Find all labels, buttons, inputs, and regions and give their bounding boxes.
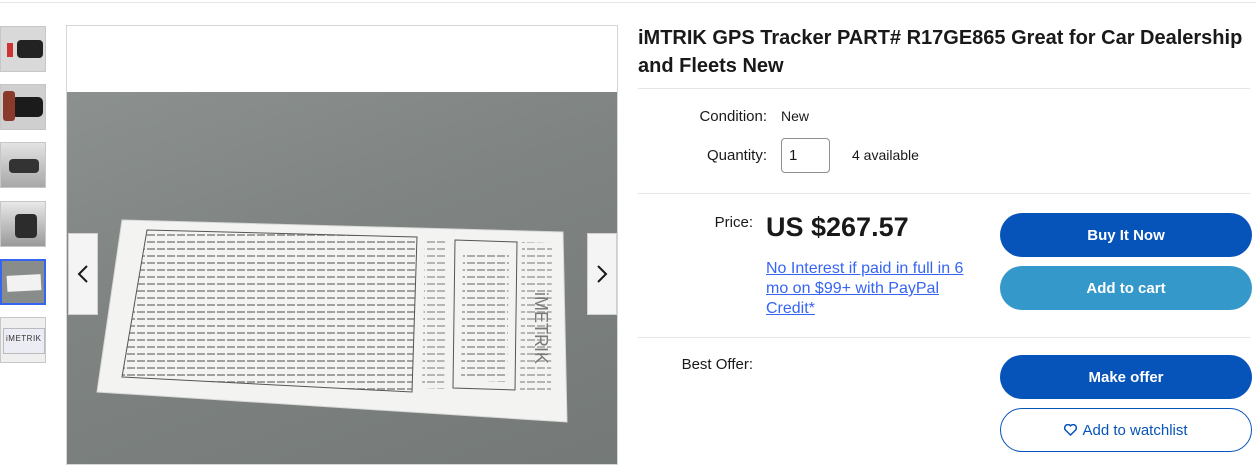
add-to-watchlist-button[interactable]: Add to watchlist <box>1000 408 1252 452</box>
price-divider <box>638 337 1250 338</box>
sheet-brand-text: iMETRIK <box>531 292 551 364</box>
heart-icon <box>1064 424 1078 436</box>
watchlist-label: Add to watchlist <box>1082 421 1188 439</box>
condition-label: Condition: <box>699 108 767 125</box>
thumbnail-4[interactable] <box>0 201 46 247</box>
condition-value: New <box>781 108 810 124</box>
thumbnail-1[interactable] <box>0 26 46 72</box>
header-divider <box>0 2 1256 3</box>
previous-image-button[interactable] <box>68 233 98 315</box>
thumbnail-6[interactable]: iMETRIK <box>0 317 46 363</box>
product-photo: iMETRIK <box>67 92 617 464</box>
price-label: Price: <box>714 214 753 231</box>
availability-text: 4 available <box>852 147 919 163</box>
quantity-label: Quantity: <box>706 147 767 164</box>
title-divider <box>638 88 1250 89</box>
box-brand-text: iMETRIK <box>6 334 42 343</box>
make-offer-button[interactable]: Make offer <box>1000 355 1252 399</box>
quantity-input[interactable] <box>781 138 830 173</box>
buy-it-now-button[interactable]: Buy It Now <box>1000 213 1252 257</box>
best-offer-label: Best Offer: <box>681 356 753 373</box>
next-image-button[interactable] <box>587 233 617 315</box>
listing-title: iMTRIK GPS Tracker PART# R17GE865 Great … <box>638 27 1243 77</box>
thumbnail-5-selected[interactable] <box>0 259 46 305</box>
price-value: US $267.57 <box>766 212 909 242</box>
thumbnail-3[interactable] <box>0 142 46 188</box>
quantity-divider <box>638 193 1250 194</box>
add-to-cart-button[interactable]: Add to cart <box>1000 266 1252 310</box>
instruction-sheet-image: iMETRIK <box>96 219 568 423</box>
chevron-right-icon <box>597 265 608 283</box>
chevron-left-icon <box>77 265 88 283</box>
paypal-credit-link[interactable]: No Interest if paid in full in 6 mo on $… <box>766 259 981 319</box>
thumbnail-2[interactable] <box>0 84 46 130</box>
main-image-frame: iMETRIK <box>66 25 618 465</box>
